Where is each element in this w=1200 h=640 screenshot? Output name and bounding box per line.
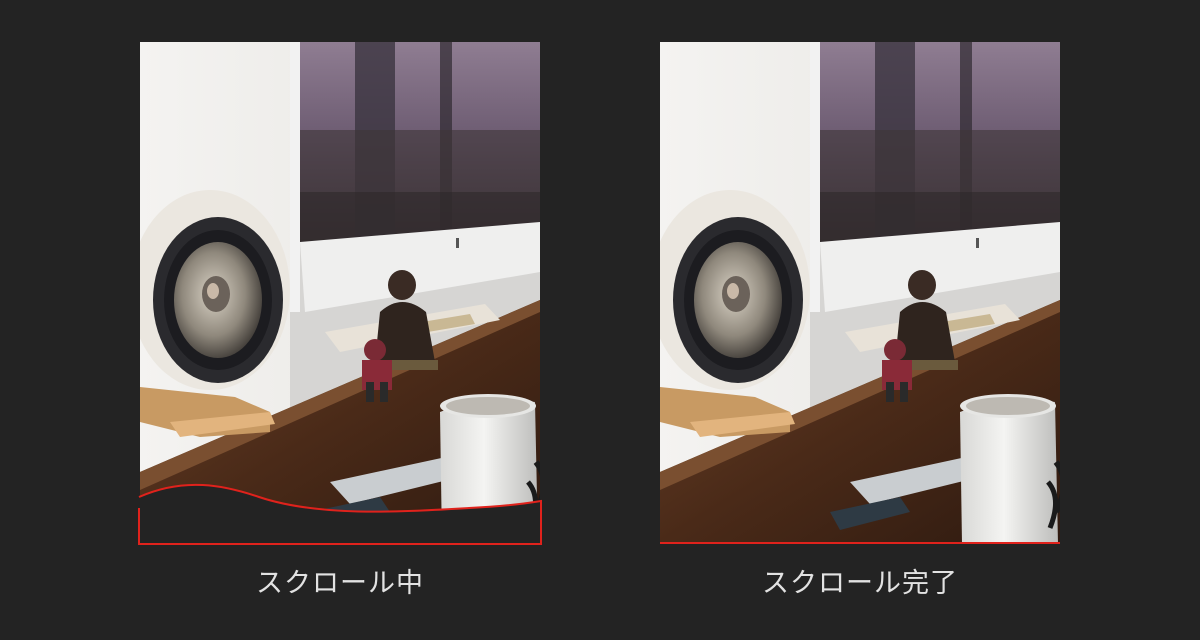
wave-fill xyxy=(139,484,541,546)
scroll-complete-caption: スクロール完了 xyxy=(762,568,958,599)
bottom-edge-line xyxy=(660,542,1060,544)
wave-transition-overlay xyxy=(138,483,542,546)
scrolling-panel xyxy=(138,42,542,546)
scroll-complete-panel xyxy=(659,42,1061,546)
scrolling-caption: スクロール中 xyxy=(256,568,424,599)
comparison-stage: スクロール中 スクロール完了 xyxy=(0,0,1200,640)
